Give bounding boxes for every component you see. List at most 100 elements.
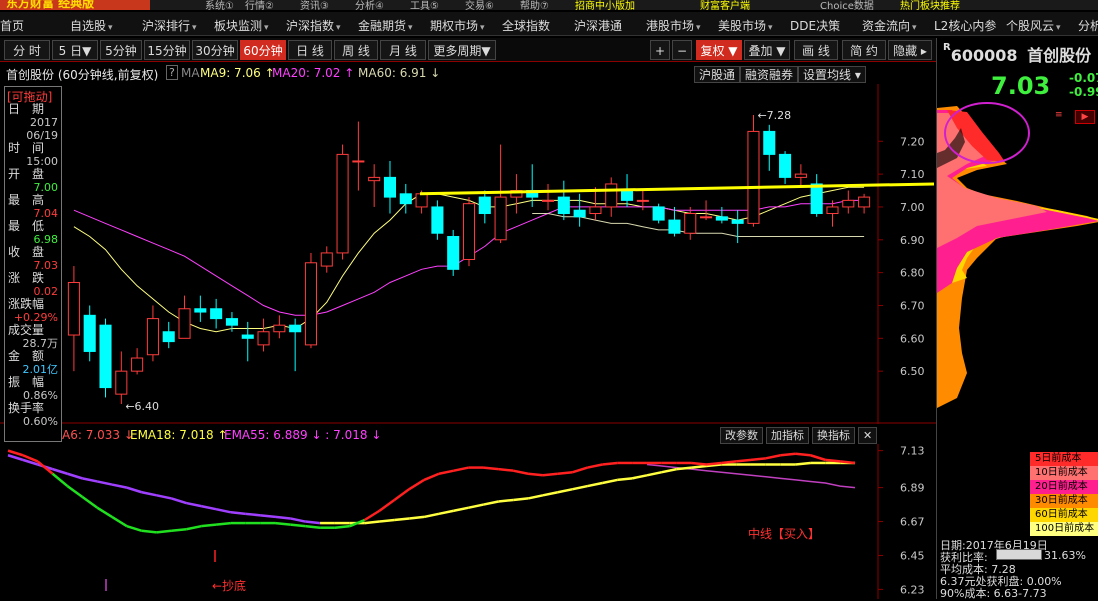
menu-item-10[interactable]: 美股市场 ▾ (718, 17, 773, 34)
indicator-chart[interactable]: 7.13 6.89 6.67 6.45 6.23 中线【买入】 ←抄底 (0, 444, 936, 599)
menu-news[interactable]: 资讯③ (300, 0, 329, 10)
menu-item-0[interactable]: 首页 (0, 17, 24, 34)
candle-body (67, 281, 80, 336)
menu-item-5[interactable]: 金融期货 ▾ (358, 17, 413, 34)
add-indicator-button[interactable]: 加指标 (766, 427, 809, 444)
menu-item-3[interactable]: 板块监测 ▾ (214, 17, 269, 34)
chip-distribution-chart[interactable] (937, 98, 1098, 498)
ema6-segment (810, 454, 826, 462)
price-tick-label: 7.20 (900, 135, 925, 148)
ema18-segment (587, 481, 603, 488)
menu-item-7[interactable]: 全球指数 (502, 17, 550, 34)
choice-link[interactable]: Choice数据 (820, 0, 874, 10)
period-button-9[interactable]: 更多周期▼ (428, 40, 496, 60)
menu-item-11[interactable]: DDE决策 (790, 17, 840, 34)
ema6-segment (156, 529, 172, 534)
trendline-arrow (419, 182, 935, 196)
menu-item-2[interactable]: 沪深排行 ▾ (142, 17, 197, 34)
menu-item-9[interactable]: 港股市场 ▾ (646, 17, 701, 34)
chevron-down-icon: ▾ (768, 23, 773, 33)
candle-body (668, 219, 681, 234)
toolbar-button-5[interactable]: 简 约 (842, 40, 886, 60)
candle-body (842, 199, 855, 208)
ema18-segment (126, 486, 143, 494)
candle-body (162, 331, 175, 343)
candle-body (858, 196, 871, 208)
candle (383, 160, 397, 214)
candle (557, 180, 570, 221)
candle-body (573, 209, 586, 218)
close-indicator-icon[interactable]: ✕ (858, 427, 878, 444)
menu-item-12[interactable]: 资金流向 ▾ (862, 17, 917, 34)
menu-item-15[interactable]: 分析 (1078, 17, 1098, 34)
price-tick-label: 6.50 (900, 365, 925, 378)
ema6-segment (7, 449, 24, 457)
data-label-5: 收 盘 (8, 245, 45, 259)
ema18-segment (7, 454, 24, 462)
profit-ratio-value: 31.63% (1044, 549, 1086, 562)
candle (715, 206, 728, 224)
switch-indicator-button[interactable]: 换指标 (812, 427, 855, 444)
candle (99, 318, 112, 398)
menu-item-14[interactable]: 个股风云 ▾ (1006, 17, 1061, 34)
toolbar-button-4[interactable]: 画 线 (794, 40, 838, 60)
promo-link-2[interactable]: 财富客户端 (700, 0, 750, 10)
help-button[interactable]: ? (166, 65, 178, 80)
period-button-8[interactable]: 月 线 (380, 40, 426, 60)
ema6-segment (111, 515, 128, 528)
menu-help[interactable]: 帮助⑦ (520, 0, 549, 10)
menu-item-label: 金融期货 (358, 19, 407, 33)
ema18-segment (156, 494, 172, 500)
ema18-segment (453, 506, 469, 512)
stock-name: 首创股份 (1027, 46, 1092, 65)
chip-bars-icon[interactable]: ≡ (1055, 110, 1063, 120)
chevron-down-icon: ▾ (696, 23, 701, 33)
period-button-4[interactable]: 30分钟 (192, 40, 238, 60)
period-button-0[interactable]: 分 时 (4, 40, 50, 60)
candle (573, 193, 586, 227)
ma-settings-button[interactable]: 设置均线 ▾ (798, 66, 866, 83)
menu-quote[interactable]: 行情② (245, 0, 274, 10)
menu-tools[interactable]: 工具⑤ (410, 0, 439, 10)
price-tick-label: 6.90 (900, 234, 925, 247)
toolbar-button-2[interactable]: 复权 ▼ (696, 40, 742, 60)
candle-body (715, 216, 728, 221)
period-button-1[interactable]: 5 日▼ (52, 40, 98, 60)
menu-system[interactable]: 系统① (205, 0, 234, 10)
toolbar-button-1[interactable]: − (672, 40, 692, 60)
period-button-6[interactable]: 日 线 (288, 40, 332, 60)
price-tick-label: 6.80 (900, 267, 925, 280)
candlestick-chart[interactable]: 6.50 6.60 6.70 6.80 6.90 7.00 7.10 7.20 ←6.40 ←7.… (0, 84, 936, 424)
ema18-segment (67, 472, 83, 480)
margin-trading-button[interactable]: 融资融券 (740, 66, 799, 83)
period-button-2[interactable]: 5分钟 (100, 40, 142, 60)
toolbar-button-3[interactable]: 叠加 ▼ (744, 40, 790, 60)
menu-analysis[interactable]: 分析④ (355, 0, 384, 10)
toolbar-button-0[interactable]: + (650, 40, 670, 60)
edit-params-button[interactable]: 改参数 (720, 427, 763, 444)
candle-body (621, 190, 634, 201)
chevron-down-icon: ▾ (912, 23, 917, 33)
data-panel[interactable]: [可拖动] 日 期 2017 06/19 时 间 15:00 开 盘 7.00 最 高 7.04… (4, 86, 62, 442)
hk-connect-button[interactable]: 沪股通 (694, 66, 741, 83)
data-label-7: 涨跌幅 (8, 297, 45, 311)
promo-link-1[interactable]: 招商中小版加 (575, 0, 635, 10)
chip-mode-icon[interactable]: ▶ (1075, 110, 1095, 124)
candle (462, 197, 476, 267)
indicator-tick-label: 6.89 (900, 482, 925, 495)
candle-body (320, 252, 333, 267)
candle (162, 321, 175, 349)
period-button-5[interactable]: 60分钟 (240, 40, 286, 60)
menu-item-6[interactable]: 期权市场 ▾ (430, 17, 485, 34)
period-button-7[interactable]: 周 线 (334, 40, 378, 60)
toolbar-button-6[interactable]: 隐藏 ▸ (888, 40, 932, 60)
period-button-3[interactable]: 15分钟 (144, 40, 190, 60)
candle-body (225, 318, 238, 326)
menu-item-4[interactable]: 沪深指数 ▾ (286, 17, 341, 34)
menu-trade[interactable]: 交易⑥ (465, 0, 494, 10)
menu-item-1[interactable]: 自选股 ▾ (70, 17, 113, 34)
menu-item-8[interactable]: 沪深港通 (574, 17, 622, 34)
candle (684, 206, 697, 240)
menu-item-13[interactable]: L2核心内参 (934, 17, 996, 34)
hot-sector-link[interactable]: 热门板块推荐 (900, 0, 960, 10)
